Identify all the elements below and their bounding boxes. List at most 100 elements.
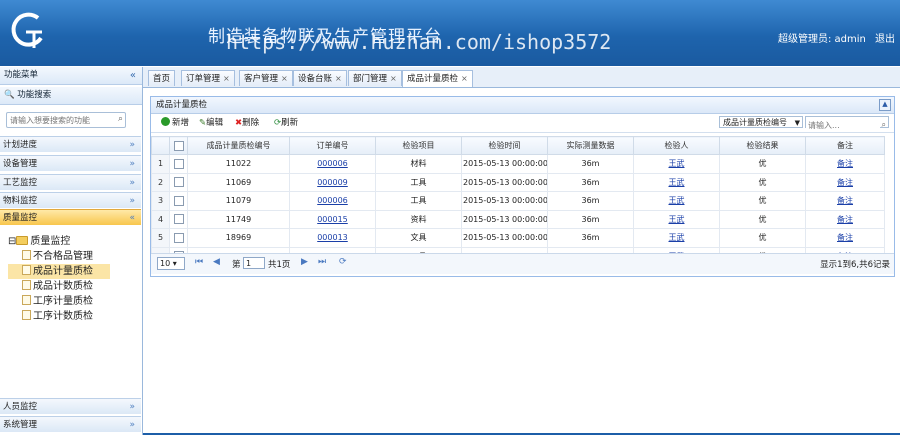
tree-item-label: 成品计量质检 <box>33 266 93 277</box>
column-header[interactable]: 实际测量数据 <box>547 136 634 155</box>
sidebar-section-personnel[interactable]: 人员监控 » <box>0 398 141 414</box>
order-number-cell: 000006 <box>289 154 376 174</box>
close-tab-icon[interactable]: × <box>281 74 288 83</box>
tree-toggle-icon[interactable]: ⊟ <box>8 236 16 247</box>
first-page-icon[interactable]: ⏮ <box>195 257 203 267</box>
page-number-input[interactable]: 1 <box>243 257 265 269</box>
row-checkbox[interactable] <box>173 158 184 169</box>
last-page-icon[interactable]: ⏭ <box>318 257 326 267</box>
close-tab-icon[interactable]: × <box>335 74 342 83</box>
column-header[interactable]: 备注 <box>805 136 885 155</box>
tab-product-measure[interactable]: 成品计量质检 × <box>402 70 473 87</box>
sidebar-section-plan[interactable]: 计划进度 » <box>0 136 141 152</box>
add-button[interactable]: 新增 <box>161 114 189 132</box>
close-tab-icon[interactable]: × <box>461 74 468 83</box>
tab-orders[interactable]: 订单管理 × <box>181 70 235 86</box>
order-number-link[interactable]: 000009 <box>317 178 348 187</box>
row-checkbox[interactable] <box>173 232 184 243</box>
tab-equipment-ledger[interactable]: 设备台账 × <box>293 70 347 86</box>
search-icon[interactable]: ⌕ <box>882 116 886 134</box>
logout-link[interactable]: 退出 <box>875 30 895 45</box>
row-checkbox-cell[interactable] <box>169 209 188 229</box>
grid-header-row: 成品计量质检编号 订单编号 检验项目 检验时间 实际测量数据 检验人 检验结果 … <box>151 136 885 155</box>
file-icon <box>22 265 31 275</box>
sidebar-section-process[interactable]: 工艺监控 » <box>0 174 141 190</box>
tree-item-nonconforming[interactable]: 不合格品管理 <box>8 249 110 264</box>
table-row[interactable]: 3 11079 000006 工具 2015-05-13 00:00:00 36m 王武 优 备… <box>151 191 885 211</box>
sidebar-section-equipment[interactable]: 设备管理 » <box>0 155 141 171</box>
next-page-icon[interactable]: ▶ <box>301 257 308 267</box>
tree-item-process-measure[interactable]: 工序计量质检 <box>8 294 110 309</box>
remark-cell: 备注 <box>805 191 885 211</box>
sidebar-section-quality[interactable]: 质量监控 « <box>0 209 141 225</box>
sidebar-section-system[interactable]: 系统管理 » <box>0 416 141 432</box>
inspector-link[interactable]: 王武 <box>669 196 685 205</box>
inspector-link[interactable]: 王武 <box>669 233 685 242</box>
order-number-link[interactable]: 000006 <box>317 159 348 168</box>
row-checkbox[interactable] <box>173 214 184 225</box>
column-header[interactable]: 检验结果 <box>719 136 806 155</box>
table-row[interactable]: 2 11069 000009 工具 2015-05-13 00:00:00 36m 王武 优 备… <box>151 172 885 192</box>
remark-link[interactable]: 备注 <box>837 215 853 224</box>
result-cell: 优 <box>719 228 806 248</box>
column-header[interactable]: 检验项目 <box>375 136 462 155</box>
tree-item-product-measure[interactable]: 成品计量质检 <box>8 264 110 279</box>
remark-link[interactable]: 备注 <box>837 233 853 242</box>
row-checkbox[interactable] <box>173 195 184 206</box>
row-checkbox-cell[interactable] <box>169 191 188 211</box>
refresh-page-icon[interactable]: ⟳ <box>339 257 347 267</box>
tree-root[interactable]: ⊟ 质量监控 <box>8 234 110 249</box>
tab-bar: 首页 订单管理 × 客户管理 × 设备台账 × 部门管理 × 成品计量质检 × <box>143 67 900 88</box>
result-cell: 优 <box>719 191 806 211</box>
inspection-item-cell: 资料 <box>375 209 462 229</box>
function-search-input[interactable] <box>7 113 113 127</box>
row-number: 2 <box>151 172 170 192</box>
row-checkbox[interactable] <box>173 177 184 188</box>
keyword-search-input[interactable] <box>806 120 880 131</box>
row-checkbox-cell[interactable] <box>169 172 188 192</box>
delete-button[interactable]: ✖删除 <box>235 114 259 132</box>
sidebar-section-label: 设备管理 <box>3 159 38 169</box>
row-checkbox-cell[interactable] <box>169 228 188 248</box>
refresh-button[interactable]: ⟳刷新 <box>274 114 298 132</box>
watermark-text: https://www.huzhan.com/ishop3572 <box>226 30 612 54</box>
table-row[interactable]: 5 18969 000013 文具 2015-05-13 00:00:00 36m 王武 优 备… <box>151 228 885 248</box>
close-tab-icon[interactable]: × <box>223 74 230 83</box>
collapse-panel-icon[interactable]: ▲ <box>879 99 891 111</box>
inspection-time-cell: 2015-05-13 00:00:00 <box>461 191 548 211</box>
page-size-select[interactable]: 10 ▾ <box>157 257 185 270</box>
tree-item-product-count[interactable]: 成品计数质检 <box>8 279 110 294</box>
tab-departments[interactable]: 部门管理 × <box>348 70 402 86</box>
prev-page-icon[interactable]: ◀ <box>213 257 220 267</box>
close-tab-icon[interactable]: × <box>390 74 397 83</box>
column-header[interactable]: 检验人 <box>633 136 720 155</box>
tab-home[interactable]: 首页 <box>148 70 176 86</box>
remark-link[interactable]: 备注 <box>837 178 853 187</box>
table-row[interactable]: 4 11749 000015 资料 2015-05-13 00:00:00 36m 王武 优 备… <box>151 209 885 229</box>
column-header[interactable]: 成品计量质检编号 <box>187 136 290 155</box>
inspector-link[interactable]: 王武 <box>669 159 685 168</box>
tab-customers[interactable]: 客户管理 × <box>239 70 293 86</box>
sidebar-section-material[interactable]: 物料监控 » <box>0 192 141 208</box>
remark-link[interactable]: 备注 <box>837 159 853 168</box>
remark-link[interactable]: 备注 <box>837 196 853 205</box>
inspector-link[interactable]: 王武 <box>669 178 685 187</box>
tree-item-process-count[interactable]: 工序计数质检 <box>8 309 110 324</box>
inspection-item-cell: 工具 <box>375 172 462 192</box>
edit-button[interactable]: ✎编辑 <box>199 114 223 132</box>
search-field-select[interactable]: 成品计量质检编号 ▼ <box>719 116 803 128</box>
table-row[interactable]: 1 11022 000006 材料 2015-05-13 00:00:00 36m 王武 优 备… <box>151 154 885 174</box>
order-number-link[interactable]: 000015 <box>317 215 348 224</box>
column-header[interactable]: 订单编号 <box>289 136 376 155</box>
magnifier-icon[interactable]: ⌕ <box>118 114 123 124</box>
select-all-checkbox[interactable] <box>173 140 184 151</box>
select-all-checkbox-cell[interactable] <box>169 136 188 155</box>
column-header[interactable]: 检验时间 <box>461 136 548 155</box>
order-number-link[interactable]: 000006 <box>317 196 348 205</box>
inspector-link[interactable]: 王武 <box>669 215 685 224</box>
row-checkbox-cell[interactable] <box>169 154 188 174</box>
tab-label: 设备台账 <box>298 74 333 84</box>
collapse-sidebar-icon[interactable]: « <box>130 67 136 84</box>
collapse-icon: « <box>129 213 135 223</box>
order-number-link[interactable]: 000013 <box>317 233 348 242</box>
